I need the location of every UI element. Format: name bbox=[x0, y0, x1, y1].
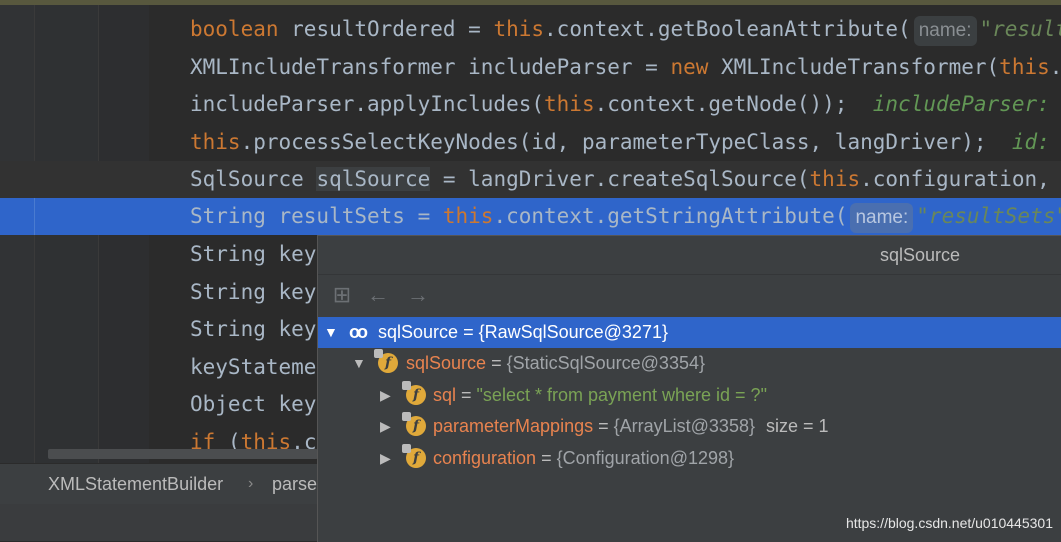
code-line[interactable]: String resultSets = this.context.getStri… bbox=[0, 198, 1061, 235]
code-line[interactable]: boolean resultOrdered = this.context.get… bbox=[0, 11, 1061, 48]
code-line[interactable]: String keyP bbox=[0, 236, 317, 273]
breadcrumb: XMLStatementBuilder › parse bbox=[0, 463, 318, 504]
code-token: this bbox=[443, 204, 494, 228]
code-token: .configuration, bbox=[860, 167, 1061, 191]
popup-toolbar: ⊞ ← → bbox=[318, 275, 1061, 315]
field-name: configuration bbox=[433, 448, 536, 468]
field-icon: f bbox=[406, 416, 426, 436]
watermark: https://blog.csdn.net/u010445301 bbox=[846, 515, 1053, 531]
forward-arrow-icon[interactable]: → bbox=[406, 283, 430, 307]
collapsed-arrow-icon[interactable]: ▶ bbox=[380, 380, 391, 411]
code-token: .context.getNode()); bbox=[595, 92, 873, 116]
code-token: String keyP bbox=[190, 242, 317, 266]
code-token: .conf bbox=[1050, 55, 1061, 79]
horizontal-scrollbar[interactable] bbox=[48, 449, 318, 459]
popup-title: sqlSource bbox=[880, 245, 960, 265]
code-text: String resultSets = this.context.getStri… bbox=[190, 198, 1061, 235]
breadcrumb-method[interactable]: parse bbox=[272, 464, 317, 504]
code-token: "resultO bbox=[980, 17, 1061, 41]
code-text: this.processSelectKeyNodes(id, parameter… bbox=[190, 124, 1061, 161]
expanded-arrow-icon[interactable]: ▼ bbox=[352, 348, 366, 379]
code-token: String keyS bbox=[190, 317, 317, 341]
code-token: keyStatemen bbox=[190, 355, 317, 379]
code-token: String keyC bbox=[190, 280, 317, 304]
code-token: this bbox=[544, 92, 595, 116]
debug-evaluate-popup: sqlSource ⊞ ← → ▼ oo sqlSource = {RawSql… bbox=[317, 235, 1061, 542]
child-var-name: sqlSource bbox=[406, 353, 486, 373]
code-token: resultOrdered = bbox=[279, 17, 494, 41]
code-text: String keyC bbox=[190, 274, 317, 311]
code-token: includeParser.applyIncludes( bbox=[190, 92, 544, 116]
field-icon: f bbox=[406, 385, 426, 405]
status-strip bbox=[0, 504, 318, 541]
code-token: XMLIncludeTransformer( bbox=[708, 55, 999, 79]
code-token: this bbox=[999, 55, 1050, 79]
field-extra: size = 1 bbox=[766, 416, 829, 436]
code-token: this bbox=[810, 167, 861, 191]
parameter-hint: name: bbox=[850, 203, 913, 233]
code-text: keyStatemen bbox=[190, 349, 317, 386]
tree-row-field-sql[interactable]: ▶ f sql = "select * from payment where i… bbox=[318, 380, 1061, 411]
code-token: boolean bbox=[190, 17, 279, 41]
code-text: XMLIncludeTransformer includeParser = ne… bbox=[190, 49, 1061, 86]
code-line[interactable]: String keyC bbox=[0, 274, 317, 311]
code-line[interactable]: String keyS bbox=[0, 311, 317, 348]
code-text: Object keyG bbox=[190, 386, 317, 423]
parameter-hint: name: bbox=[914, 16, 977, 46]
code-token: = langDriver.createSqlSource( bbox=[430, 167, 809, 191]
code-text: SqlSource sqlSource = langDriver.createS… bbox=[190, 161, 1061, 198]
root-var-value: {RawSqlSource@3271} bbox=[479, 322, 668, 342]
code-token: includeParser: XMLI bbox=[873, 92, 1061, 116]
code-token: "resultSets") bbox=[916, 204, 1061, 228]
field-value: {Configuration@1298} bbox=[557, 448, 734, 468]
tree-row-field-configuration[interactable]: ▶ f configuration = {Configuration@1298} bbox=[318, 443, 1061, 474]
root-var-name: sqlSource bbox=[378, 322, 458, 342]
code-token: XMLIncludeTransformer includeParser = bbox=[190, 55, 670, 79]
field-name: sql bbox=[433, 385, 456, 405]
code-token: new bbox=[670, 55, 708, 79]
code-token: .context.getBooleanAttribute( bbox=[544, 17, 911, 41]
code-line[interactable]: Object keyG bbox=[0, 386, 317, 423]
collapsed-arrow-icon[interactable]: ▶ bbox=[380, 443, 391, 474]
code-line[interactable]: keyStatemen bbox=[0, 349, 317, 386]
top-border bbox=[0, 0, 1061, 5]
code-text: String keyS bbox=[190, 311, 317, 348]
field-icon: f bbox=[406, 448, 426, 468]
field-icon: f bbox=[378, 353, 398, 373]
code-token: .context.getStringAttribute( bbox=[493, 204, 847, 228]
field-value: "select * from payment where id = ?" bbox=[477, 385, 767, 405]
code-token: id: "get bbox=[1012, 130, 1061, 154]
code-token: this bbox=[190, 130, 241, 154]
execution-point-marker bbox=[0, 198, 35, 235]
field-name: parameterMappings bbox=[433, 416, 593, 436]
popup-title-bar[interactable]: sqlSource bbox=[318, 236, 1061, 275]
tree-row-field-parameterMappings[interactable]: ▶ f parameterMappings = {ArrayList@3358}… bbox=[318, 411, 1061, 442]
expanded-arrow-icon[interactable]: ▼ bbox=[324, 317, 338, 348]
code-line[interactable]: XMLIncludeTransformer includeParser = ne… bbox=[0, 49, 1061, 86]
code-token: String resultSets = bbox=[190, 204, 443, 228]
breadcrumb-separator-icon: › bbox=[248, 464, 253, 504]
watch-icon: oo bbox=[349, 317, 365, 348]
back-arrow-icon[interactable]: ← bbox=[366, 283, 390, 307]
tree-row-child[interactable]: ▼ f sqlSource = {StaticSqlSource@3354} bbox=[318, 348, 1061, 379]
code-token: .processSelectKeyNodes(id, parameterType… bbox=[241, 130, 1012, 154]
code-token: SqlSource bbox=[190, 167, 316, 191]
code-token: Object keyG bbox=[190, 392, 317, 416]
collapsed-arrow-icon[interactable]: ▶ bbox=[380, 411, 391, 442]
code-text: String keyP bbox=[190, 236, 317, 273]
code-token: sqlSource bbox=[316, 167, 430, 191]
code-line[interactable]: includeParser.applyIncludes(this.context… bbox=[0, 86, 1061, 123]
tree-row-root[interactable]: ▼ oo sqlSource = {RawSqlSource@3271} bbox=[318, 317, 1061, 348]
code-text: includeParser.applyIncludes(this.context… bbox=[190, 86, 1061, 123]
field-value: {ArrayList@3358} bbox=[614, 416, 755, 436]
code-line[interactable]: this.processSelectKeyNodes(id, parameter… bbox=[0, 124, 1061, 161]
code-text: boolean resultOrdered = this.context.get… bbox=[190, 11, 1061, 48]
child-var-value: {StaticSqlSource@3354} bbox=[507, 353, 705, 373]
breadcrumb-class[interactable]: XMLStatementBuilder bbox=[48, 464, 223, 504]
folder-icon[interactable]: ⊞ bbox=[330, 283, 354, 307]
code-token: this bbox=[493, 17, 544, 41]
code-line[interactable]: SqlSource sqlSource = langDriver.createS… bbox=[0, 161, 1061, 198]
